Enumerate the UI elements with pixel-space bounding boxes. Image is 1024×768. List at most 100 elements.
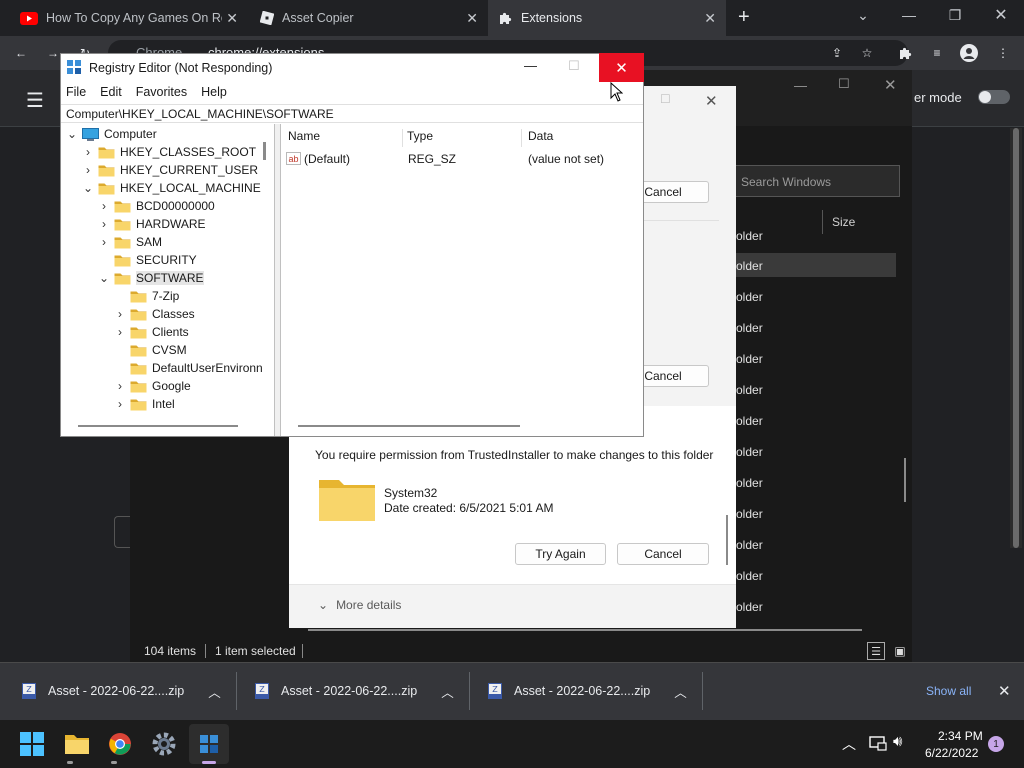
chevron-up-icon[interactable]: ︿ bbox=[674, 682, 687, 701]
explorer-close-icon[interactable]: ✕ bbox=[884, 76, 897, 94]
tab-extensions[interactable]: Extensions ✕ bbox=[488, 0, 726, 36]
folder-row[interactable]: older bbox=[736, 383, 763, 397]
new-tab-icon[interactable]: + bbox=[738, 6, 750, 29]
tab-close-icon[interactable]: ✕ bbox=[226, 10, 238, 27]
start-windows-icon[interactable] bbox=[12, 724, 52, 764]
details-view-icon[interactable]: ☰ bbox=[867, 642, 885, 660]
chevron-up-icon[interactable]: ︿ bbox=[208, 682, 221, 701]
chevron-up-icon[interactable]: ︿ bbox=[441, 682, 454, 701]
extensions-puzzle-icon[interactable] bbox=[894, 42, 916, 64]
menu-favorites[interactable]: Favorites bbox=[136, 85, 187, 99]
dialog-close-icon[interactable]: ✕ bbox=[705, 92, 718, 110]
tab-close-icon[interactable]: ✕ bbox=[466, 10, 478, 27]
hamburger-menu-icon[interactable]: ☰ bbox=[26, 88, 44, 113]
try-again-button[interactable]: Try Again bbox=[515, 543, 606, 565]
chevron-right-icon[interactable]: › bbox=[114, 325, 126, 339]
folder-row[interactable]: older bbox=[736, 259, 763, 273]
explorer-h-scrollbar[interactable] bbox=[308, 629, 862, 631]
developer-mode-toggle[interactable] bbox=[978, 90, 1010, 104]
media-controls-icon[interactable]: ≡ bbox=[926, 42, 948, 64]
restore-icon[interactable]: ❐ bbox=[932, 0, 978, 30]
notification-badge[interactable]: 1 bbox=[988, 736, 1004, 752]
folder-row[interactable]: older bbox=[736, 507, 763, 521]
chrome-taskbar-icon[interactable] bbox=[100, 724, 140, 764]
volume-icon[interactable]: 🔊︎ bbox=[893, 733, 902, 750]
tree-h-scrollbar[interactable] bbox=[78, 425, 238, 427]
clock-date[interactable]: 6/22/2022 bbox=[925, 746, 978, 760]
tree-node[interactable]: › HKEY_CURRENT_USER bbox=[82, 161, 258, 179]
download-item[interactable]: Z Asset - 2022-06-22....zip ︿ bbox=[486, 662, 687, 720]
explorer-search-input[interactable]: Search Windows bbox=[730, 165, 900, 197]
explorer-minimize-icon[interactable]: — bbox=[794, 78, 807, 93]
tree-node[interactable]: 7-Zip bbox=[114, 287, 179, 305]
chevron-right-icon[interactable]: › bbox=[82, 163, 94, 177]
tray-chevron-up-icon[interactable]: ︿ bbox=[842, 734, 856, 754]
settings-gear-taskbar-icon[interactable] bbox=[144, 724, 184, 764]
minimize-icon[interactable]: — bbox=[886, 0, 932, 30]
regedit-minimize-icon[interactable]: — bbox=[524, 58, 537, 73]
tree-node[interactable]: SECURITY bbox=[98, 251, 197, 269]
tree-node[interactable]: › Clients bbox=[114, 323, 189, 341]
chevron-right-icon[interactable]: › bbox=[98, 235, 110, 249]
tree-node[interactable]: › HKEY_CLASSES_ROOT bbox=[82, 143, 256, 161]
folder-row[interactable]: older bbox=[736, 445, 763, 459]
folder-row[interactable]: older bbox=[736, 352, 763, 366]
back-arrow-icon[interactable]: ← bbox=[10, 42, 32, 64]
tree-node[interactable]: › Google bbox=[114, 377, 191, 395]
tab-search-chevron-icon[interactable]: ⌄ bbox=[840, 0, 886, 30]
tree-node[interactable]: DefaultUserEnvironn bbox=[114, 359, 263, 377]
cancel-button[interactable]: Cancel bbox=[617, 543, 709, 565]
chevron-right-icon[interactable]: › bbox=[114, 307, 126, 321]
column-data[interactable]: Data bbox=[528, 129, 553, 143]
chrome-menu-icon[interactable]: ⋮ bbox=[992, 42, 1014, 64]
values-h-scrollbar[interactable] bbox=[298, 425, 520, 427]
file-explorer-taskbar-icon[interactable] bbox=[57, 724, 97, 764]
folder-row[interactable]: older bbox=[736, 600, 763, 614]
menu-help[interactable]: Help bbox=[201, 85, 227, 99]
tab-close-icon[interactable]: ✕ bbox=[704, 10, 716, 27]
tree-node[interactable]: › HARDWARE bbox=[98, 215, 206, 233]
folder-row[interactable]: older bbox=[736, 290, 763, 304]
chevron-right-icon[interactable]: › bbox=[98, 217, 110, 231]
share-icon[interactable]: ⇪ bbox=[826, 42, 848, 64]
chevron-down-icon[interactable]: ⌄ bbox=[98, 271, 110, 285]
tree-node[interactable]: › BCD00000000 bbox=[98, 197, 215, 215]
chevron-down-icon[interactable]: ⌄ bbox=[82, 181, 94, 195]
close-window-icon[interactable]: ✕ bbox=[978, 0, 1024, 30]
show-all-downloads-link[interactable]: Show all bbox=[926, 684, 971, 698]
regedit-maximize-icon[interactable]: ☐ bbox=[568, 58, 580, 74]
download-item[interactable]: Z Asset - 2022-06-22....zip ︿ bbox=[20, 662, 221, 720]
pane-splitter[interactable] bbox=[275, 124, 281, 436]
column-type[interactable]: Type bbox=[407, 129, 433, 143]
download-item[interactable]: Z Asset - 2022-06-22....zip ︿ bbox=[253, 662, 454, 720]
tree-node[interactable]: › SAM bbox=[98, 233, 162, 251]
folder-row[interactable]: older bbox=[736, 538, 763, 552]
column-name[interactable]: Name bbox=[288, 129, 320, 143]
clock-time[interactable]: 2:34 PM bbox=[938, 729, 983, 743]
tab-youtube[interactable]: How To Copy Any Games On Rob ✕ bbox=[10, 0, 248, 36]
tab-asset-copier[interactable]: Asset Copier ✕ bbox=[250, 0, 488, 36]
folder-row[interactable]: older bbox=[736, 476, 763, 490]
menu-edit[interactable]: Edit bbox=[100, 85, 122, 99]
regedit-close-button[interactable]: ✕ bbox=[599, 53, 644, 82]
profile-avatar-icon[interactable] bbox=[958, 42, 980, 64]
chevron-right-icon[interactable]: › bbox=[82, 145, 94, 159]
chevron-right-icon[interactable]: › bbox=[114, 379, 126, 393]
chevron-down-icon[interactable]: ⌄ bbox=[66, 127, 78, 141]
tree-node[interactable]: ⌄ HKEY_LOCAL_MACHINE bbox=[82, 179, 261, 197]
chevron-right-icon[interactable]: › bbox=[114, 397, 126, 411]
folder-row[interactable]: older bbox=[736, 321, 763, 335]
value-row[interactable]: ab (Default) REG_SZ (value not set) bbox=[281, 151, 642, 169]
tree-node[interactable]: ⌄ Computer bbox=[66, 125, 157, 143]
tree-node[interactable]: CVSM bbox=[114, 341, 187, 359]
menu-file[interactable]: File bbox=[66, 85, 86, 99]
dialog-scrollbar[interactable] bbox=[726, 515, 728, 565]
explorer-maximize-icon[interactable]: ☐ bbox=[838, 76, 850, 92]
folder-row[interactable]: older bbox=[736, 569, 763, 583]
chevron-right-icon[interactable]: › bbox=[98, 199, 110, 213]
tree-node[interactable]: ⌄ SOFTWARE bbox=[98, 269, 204, 287]
tree-node[interactable]: › Classes bbox=[114, 305, 195, 323]
folder-row[interactable]: older bbox=[736, 229, 763, 243]
tree-node[interactable]: › Intel bbox=[114, 395, 175, 413]
size-column-header[interactable]: Size bbox=[832, 215, 855, 229]
